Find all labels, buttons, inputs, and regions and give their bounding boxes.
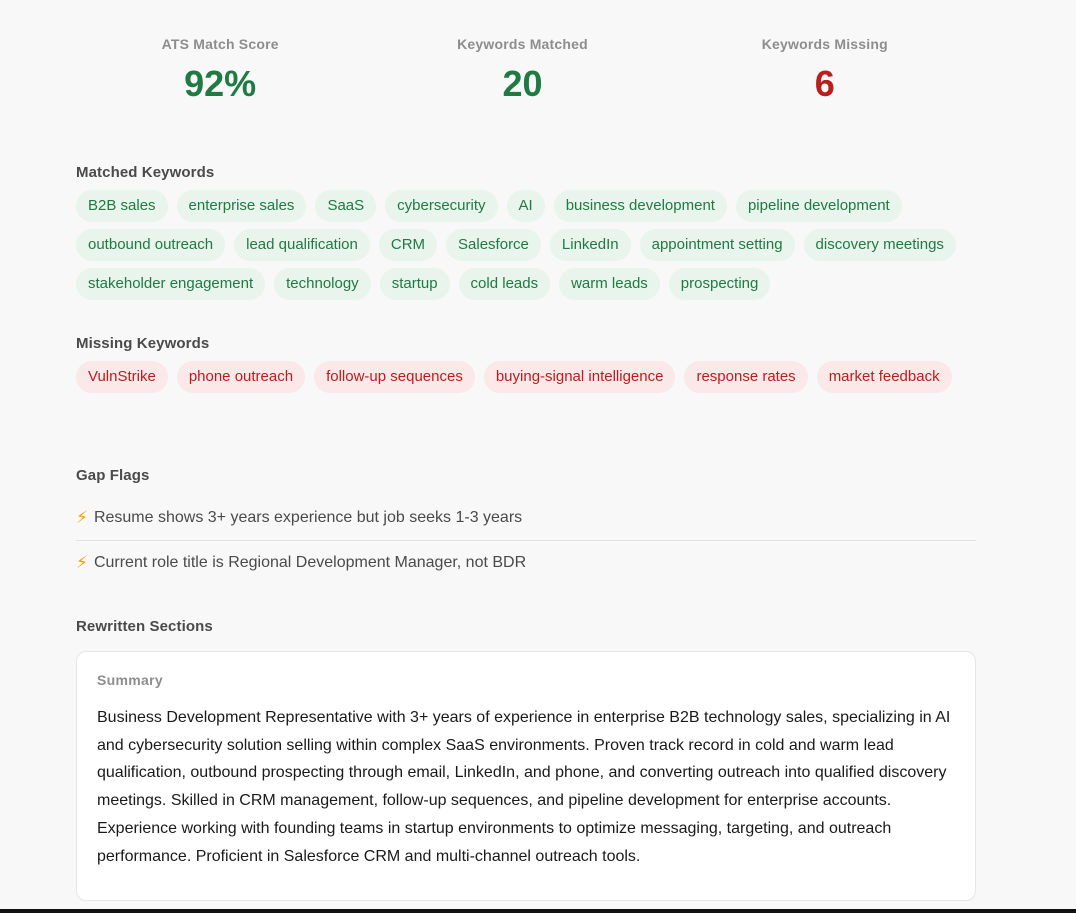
- missing-keyword-chip: buying-signal intelligence: [483, 361, 676, 393]
- matched-keyword-chip: AI: [506, 190, 545, 222]
- summary-card: Summary Business Development Representat…: [76, 651, 976, 902]
- stat-label: ATS Match Score: [161, 36, 279, 52]
- missing-keyword-chip: response rates: [684, 361, 808, 393]
- missing-keywords-section: Missing Keywords VulnStrike phone outreac…: [76, 335, 976, 393]
- missing-keyword-chip: VulnStrike: [76, 361, 168, 393]
- matched-keyword-chip: prospecting: [668, 268, 771, 300]
- summary-text: Business Development Representative with…: [97, 709, 951, 865]
- matched-keyword-chip: pipeline development: [735, 190, 902, 222]
- stats-row: ATS Match Score 92% Keywords Matched 20 …: [76, 36, 976, 102]
- lightning-bolt-icon: ⚡: [76, 553, 88, 572]
- matched-keyword-list: B2B sales enterprise sales SaaS cybersecuri…: [76, 190, 976, 300]
- matched-keyword-chip: outbound outreach: [76, 229, 226, 261]
- gap-flag-list: ⚡ Resume shows 3+ years experience but j…: [76, 496, 976, 585]
- matched-keyword-chip: warm leads: [559, 268, 660, 300]
- gap-flag-text: Current role title is Regional Developme…: [93, 554, 527, 571]
- section-title: Missing Keywords: [76, 335, 210, 352]
- matched-keyword-chip: cybersecurity: [385, 190, 498, 222]
- gap-flag-text: Resume shows 3+ years experience but job…: [93, 509, 523, 526]
- missing-keyword-chip: market feedback: [816, 361, 952, 393]
- matched-keyword-chip: lead qualification: [234, 229, 370, 261]
- matched-keyword-chip: startup: [379, 268, 450, 300]
- matched-keyword-chip: LinkedIn: [549, 229, 631, 261]
- stat-value: 92%: [184, 63, 257, 104]
- matched-keyword-chip: SaaS: [315, 190, 377, 222]
- stat-keywords-matched: Keywords Matched 20: [371, 36, 673, 102]
- matched-keyword-chip: enterprise sales: [176, 190, 307, 222]
- stat-label: Keywords Missing: [761, 36, 888, 52]
- stat-keywords-missing: Keywords Missing 6: [674, 36, 976, 102]
- stat-ats-score: ATS Match Score 92%: [69, 36, 371, 102]
- bottom-edge: [0, 909, 1076, 913]
- matched-keyword-chip: CRM: [378, 229, 438, 261]
- matched-keyword-chip: B2B sales: [76, 190, 168, 222]
- section-title: Matched Keywords: [76, 164, 215, 181]
- matched-keyword-chip: discovery meetings: [803, 229, 956, 261]
- gap-flag-item: ⚡ Current role title is Regional Develop…: [76, 540, 976, 585]
- matched-keyword-chip: stakeholder engagement: [76, 268, 266, 300]
- matched-keyword-chip: business development: [553, 190, 727, 222]
- stat-value: 6: [814, 63, 835, 104]
- gap-flag-item: ⚡ Resume shows 3+ years experience but j…: [76, 496, 976, 540]
- matched-keyword-chip: cold leads: [458, 268, 551, 300]
- stat-value: 20: [502, 63, 543, 104]
- stat-label: Keywords Matched: [457, 36, 588, 52]
- section-title: Gap Flags: [76, 467, 150, 484]
- matched-keyword-chip: appointment setting: [639, 229, 795, 261]
- card-label: Summary: [97, 672, 163, 688]
- section-title: Rewritten Sections: [76, 618, 213, 635]
- lightning-bolt-icon: ⚡: [76, 508, 88, 527]
- missing-keyword-chip: phone outreach: [176, 361, 306, 393]
- rewritten-sections: Rewritten Sections Summary Business Deve…: [76, 618, 976, 902]
- matched-keyword-chip: Salesforce: [446, 229, 541, 261]
- missing-keyword-list: VulnStrike phone outreach follow-up sequen…: [76, 361, 976, 393]
- missing-keyword-chip: follow-up sequences: [314, 361, 475, 393]
- matched-keyword-chip: technology: [274, 268, 371, 300]
- gap-flags-section: Gap Flags ⚡ Resume shows 3+ years experi…: [76, 467, 976, 585]
- matched-keywords-section: Matched Keywords B2B sales enterprise sal…: [76, 164, 976, 300]
